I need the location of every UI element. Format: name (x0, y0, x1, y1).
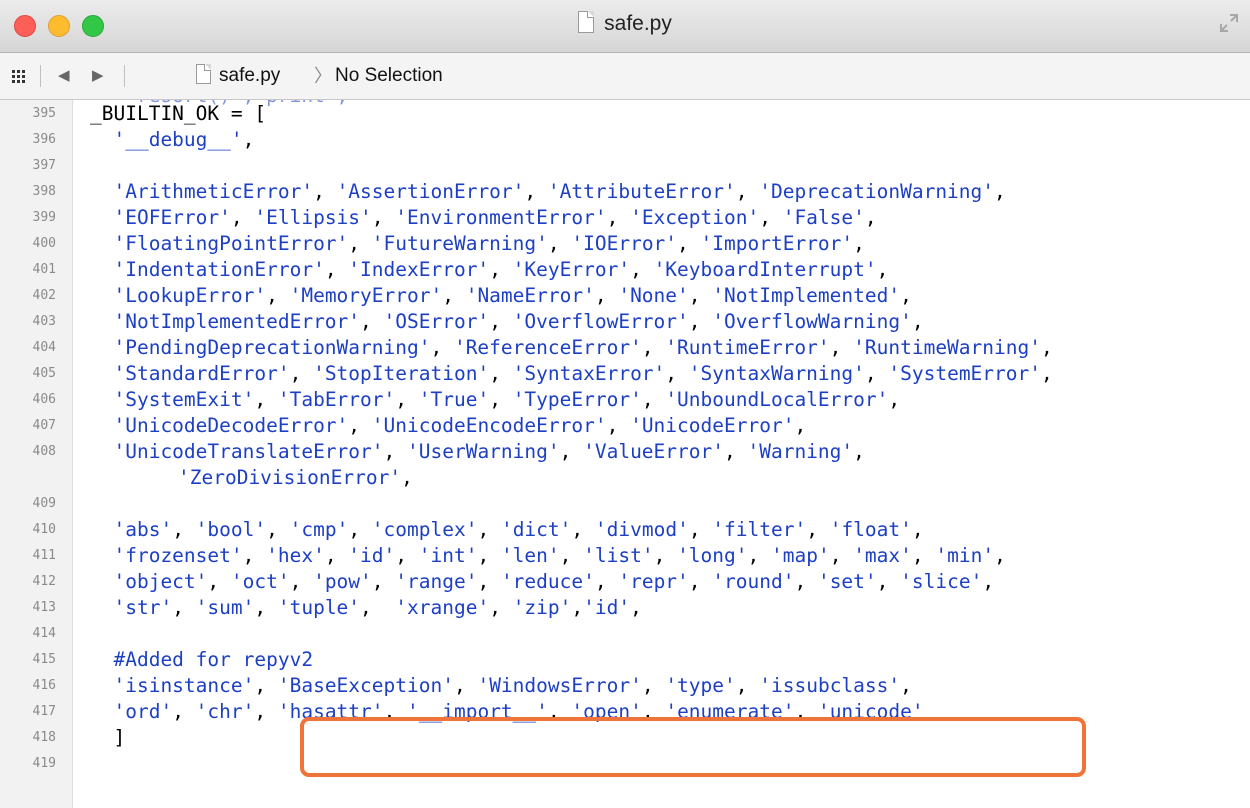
code-text: 'isinstance', 'BaseException', 'WindowsE… (113, 674, 912, 697)
code-text: 'LookupError', 'MemoryError', 'NameError… (113, 284, 912, 307)
code-text: 'ZeroDivisionError', (178, 466, 413, 489)
code-line[interactable]: 403 'NotImplementedError', 'OSError', 'O… (0, 309, 1250, 335)
code-line[interactable]: 407 'UnicodeDecodeError', 'UnicodeEncode… (0, 413, 1250, 439)
code-line[interactable]: 400 'FloatingPointError', 'FutureWarning… (0, 231, 1250, 257)
line-number: 419 (32, 756, 56, 771)
line-number: 400 (32, 236, 56, 251)
code-line[interactable]: 401 'IndentationError', 'IndexError', 'K… (0, 257, 1250, 283)
code-line[interactable]: 408 'UnicodeTranslateError', 'UserWarnin… (0, 439, 1250, 465)
code-line[interactable]: 409 (0, 491, 1250, 517)
document-icon (196, 64, 211, 85)
line-number: 398 (32, 184, 56, 199)
line-number: 408 (32, 444, 56, 459)
code-text: 'PendingDeprecationWarning', 'ReferenceE… (113, 336, 1053, 359)
code-line[interactable]: 402 'LookupError', 'MemoryError', 'NameE… (0, 283, 1250, 309)
code-text: 'IndentationError', 'IndexError', 'KeyEr… (113, 258, 889, 281)
code-text: 'abs', 'bool', 'cmp', 'complex', 'dict',… (113, 518, 924, 541)
breadcrumb-selection[interactable]: No Selection (335, 53, 443, 99)
code-text: 'NotImplementedError', 'OSError', 'Overf… (113, 310, 924, 333)
code-text: 'FloatingPointError', 'FutureWarning', '… (113, 232, 865, 255)
code-text: '__debug__', (113, 128, 255, 151)
code-line[interactable]: 399 'EOFError', 'Ellipsis', 'Environment… (0, 205, 1250, 231)
code-text: _BUILTIN_OK = [ (90, 102, 267, 125)
code-editor[interactable]: resort() , print , 395_BUILTIN_OK = [396… (0, 100, 1250, 808)
line-number: 413 (32, 600, 56, 615)
code-text: 'str', 'sum', 'tuple', 'xrange', 'zip','… (113, 596, 642, 619)
line-number: 399 (32, 210, 56, 225)
code-text: 'StandardError', 'StopIteration', 'Synta… (113, 362, 1053, 385)
code-text: #Added for repyv2 (90, 648, 314, 671)
code-text: 'ArithmeticError', 'AssertionError', 'At… (113, 180, 1006, 203)
line-number: 416 (32, 678, 56, 693)
line-number: 417 (32, 704, 56, 719)
fullscreen-icon[interactable] (1218, 12, 1240, 34)
line-number: 406 (32, 392, 56, 407)
divider (124, 65, 125, 87)
window-title: safe.py (0, 11, 1250, 36)
code-text: 'SystemExit', 'TabError', 'True', 'TypeE… (113, 388, 901, 411)
line-number: 404 (32, 340, 56, 355)
document-icon (578, 11, 595, 34)
related-items-icon[interactable] (10, 53, 30, 99)
code-text: 'object', 'oct', 'pow', 'range', 'reduce… (113, 570, 995, 593)
back-arrow-icon[interactable]: ◀ (58, 53, 70, 99)
code-line[interactable]: 406 'SystemExit', 'TabError', 'True', 'T… (0, 387, 1250, 413)
line-number: 395 (32, 106, 56, 121)
code-line[interactable]: 410 'abs', 'bool', 'cmp', 'complex', 'di… (0, 517, 1250, 543)
code-line[interactable]: 'ZeroDivisionError', (0, 465, 1250, 491)
line-number: 410 (32, 522, 56, 537)
line-number: 401 (32, 262, 56, 277)
code-line[interactable]: 397 (0, 153, 1250, 179)
code-line[interactable]: 395 _BUILTIN_OK = [ (0, 101, 1250, 127)
annotation-highlight-box (300, 717, 1086, 777)
line-number: 409 (32, 496, 56, 511)
breadcrumb-chevron-icon: 〉 (314, 66, 332, 86)
line-number: 402 (32, 288, 56, 303)
breadcrumb-file-label: safe.py (219, 65, 281, 86)
line-number: 418 (32, 730, 56, 745)
breadcrumb-file[interactable]: safe.py (196, 53, 280, 99)
forward-arrow-icon[interactable]: ▶ (92, 53, 104, 99)
line-number: 411 (32, 548, 56, 563)
line-number: 396 (32, 132, 56, 147)
line-number: 412 (32, 574, 56, 589)
line-number: 407 (32, 418, 56, 433)
title-bar: safe.py (0, 0, 1250, 53)
window-title-text: safe.py (604, 12, 672, 35)
code-line[interactable]: 413 'str', 'sum', 'tuple', 'xrange', 'zi… (0, 595, 1250, 621)
code-line[interactable]: 396 '__debug__', (0, 127, 1250, 153)
jump-bar: ◀ ▶ safe.py 〉 No Selection (0, 53, 1250, 100)
divider (40, 65, 41, 87)
line-number: 397 (32, 158, 56, 173)
line-number: 414 (32, 626, 56, 641)
code-line[interactable]: 404 'PendingDeprecationWarning', 'Refere… (0, 335, 1250, 361)
code-text: 'UnicodeTranslateError', 'UserWarning', … (113, 440, 865, 463)
code-line[interactable]: 412 'object', 'oct', 'pow', 'range', 're… (0, 569, 1250, 595)
code-line[interactable]: 405 'StandardError', 'StopIteration', 'S… (0, 361, 1250, 387)
code-text: ] (90, 726, 126, 749)
code-line[interactable]: 398 'ArithmeticError', 'AssertionError',… (0, 179, 1250, 205)
code-text: 'UnicodeDecodeError', 'UnicodeEncodeErro… (113, 414, 807, 437)
line-number: 403 (32, 314, 56, 329)
code-line[interactable]: 415 #Added for repyv2 (0, 647, 1250, 673)
code-line[interactable]: 414 (0, 621, 1250, 647)
code-line[interactable]: 416 'isinstance', 'BaseException', 'Wind… (0, 673, 1250, 699)
code-line[interactable]: 411 'frozenset', 'hex', 'id', 'int', 'le… (0, 543, 1250, 569)
line-number: 405 (32, 366, 56, 381)
code-text: 'EOFError', 'Ellipsis', 'EnvironmentErro… (113, 206, 877, 229)
code-text: 'frozenset', 'hex', 'id', 'int', 'len', … (113, 544, 1006, 567)
line-number: 415 (32, 652, 56, 667)
